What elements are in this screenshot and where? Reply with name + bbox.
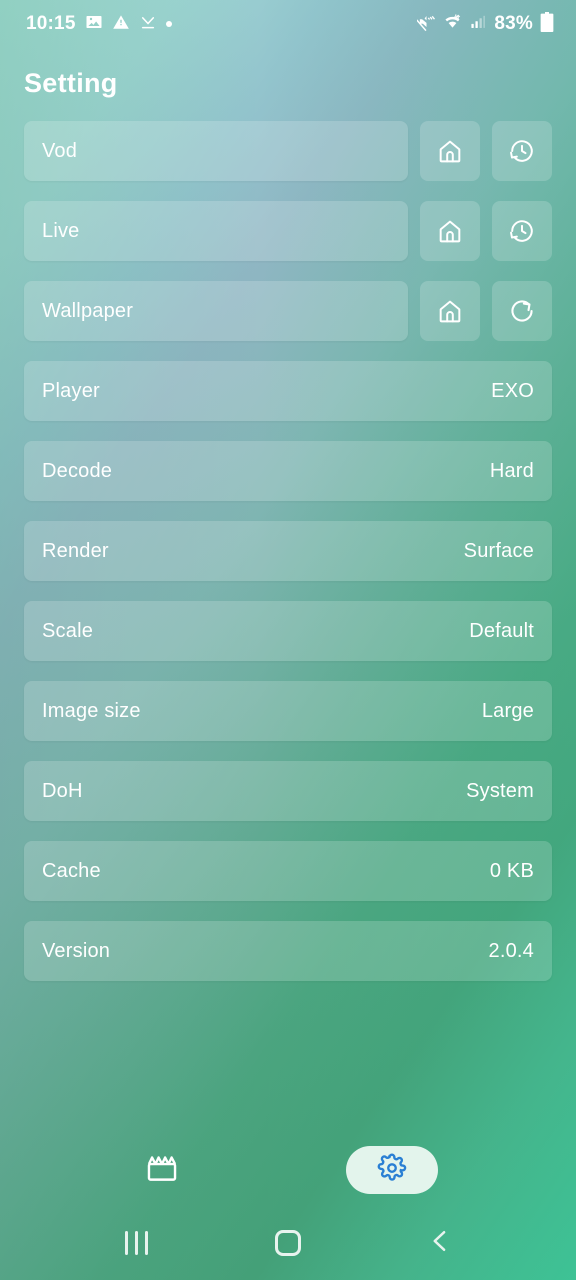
page-title: Setting — [24, 68, 118, 98]
setting-cache[interactable]: Cache 0 KB — [24, 841, 552, 901]
vod-history-button[interactable] — [492, 121, 552, 181]
setting-value: EXO — [491, 379, 534, 402]
setting-player[interactable]: Player EXO — [24, 361, 552, 421]
settings-row-cache: Cache 0 KB — [24, 841, 552, 901]
settings-row-live: Live — [24, 201, 552, 261]
settings-row-doh: DoH System — [24, 761, 552, 821]
history-icon — [508, 217, 536, 245]
image-icon — [85, 13, 103, 36]
setting-wallpaper[interactable]: Wallpaper — [24, 281, 408, 341]
setting-label: Live — [42, 219, 80, 242]
vod-home-button[interactable] — [420, 121, 480, 181]
setting-doh[interactable]: DoH System — [24, 761, 552, 821]
settings-row-vod: Vod — [24, 121, 552, 181]
setting-value: System — [466, 779, 534, 802]
gear-icon — [377, 1153, 407, 1188]
dot-indicator-icon — [165, 21, 172, 27]
setting-label: DoH — [42, 779, 83, 802]
setting-render[interactable]: Render Surface — [24, 521, 552, 581]
home-icon — [436, 137, 464, 165]
setting-label: Image size — [42, 699, 141, 722]
download-complete-icon — [139, 13, 157, 36]
setting-label: Scale — [42, 619, 94, 642]
bottom-nav-item-vod[interactable] — [138, 1146, 186, 1194]
live-home-button[interactable] — [420, 201, 480, 261]
setting-image-size[interactable]: Image size Large — [24, 681, 552, 741]
setting-live[interactable]: Live — [24, 201, 408, 261]
settings-row-decode: Decode Hard — [24, 441, 552, 501]
setting-vod[interactable]: Vod — [24, 121, 408, 181]
history-icon — [508, 137, 536, 165]
status-bar-clock: 10:15 — [26, 13, 76, 34]
settings-row-wallpaper: Wallpaper — [24, 281, 552, 341]
home-icon — [436, 297, 464, 325]
setting-value: 2.0.4 — [488, 939, 534, 962]
setting-label: Player — [42, 379, 100, 402]
setting-scale[interactable]: Scale Default — [24, 601, 552, 661]
setting-value: 0 KB — [489, 859, 534, 882]
refresh-icon — [508, 297, 536, 325]
settings-list: Vod Live Wallpaper Player EXO Decode Har… — [0, 99, 576, 981]
wifi-data-icon — [443, 12, 462, 36]
status-bar-left: 10:15 — [26, 13, 172, 36]
battery-percent-label: 83% — [494, 13, 533, 34]
live-history-button[interactable] — [492, 201, 552, 261]
clapperboard-icon — [145, 1151, 179, 1190]
wallpaper-home-button[interactable] — [420, 281, 480, 341]
home-square-icon — [275, 1230, 301, 1256]
settings-row-scale: Scale Default — [24, 601, 552, 661]
home-icon — [436, 217, 464, 245]
warning-triangle-icon — [112, 13, 130, 36]
setting-label: Cache — [42, 859, 101, 882]
setting-label: Decode — [42, 459, 113, 482]
status-bar-right: 83% — [413, 11, 554, 37]
settings-row-player: Player EXO — [24, 361, 552, 421]
mute-icon — [413, 12, 436, 36]
bottom-nav-item-settings[interactable] — [346, 1146, 438, 1194]
chevron-left-icon — [426, 1227, 454, 1260]
setting-value: Large — [481, 699, 534, 722]
system-navigation-bar — [0, 1206, 576, 1280]
setting-value: Hard — [489, 459, 534, 482]
phone-screen: 10:15 83% Setting Vod Live Wallpaper Pla… — [0, 0, 576, 1280]
recents-button[interactable] — [106, 1213, 166, 1273]
setting-label: Wallpaper — [42, 299, 134, 322]
setting-label: Version — [42, 939, 111, 962]
recents-icon — [124, 1231, 148, 1255]
battery-icon — [540, 11, 554, 37]
settings-row-render: Render Surface — [24, 521, 552, 581]
setting-label: Vod — [42, 139, 78, 162]
signal-bars-icon — [469, 13, 487, 36]
settings-row-version: Version 2.0.4 — [24, 921, 552, 981]
status-bar: 10:15 83% — [0, 0, 576, 48]
setting-value: Surface — [463, 539, 534, 562]
setting-value: Default — [469, 619, 534, 642]
settings-row-image-size: Image size Large — [24, 681, 552, 741]
back-button[interactable] — [410, 1213, 470, 1273]
wallpaper-refresh-button[interactable] — [492, 281, 552, 341]
setting-version[interactable]: Version 2.0.4 — [24, 921, 552, 981]
setting-label: Render — [42, 539, 109, 562]
bottom-nav — [0, 1134, 576, 1206]
home-button[interactable] — [258, 1213, 318, 1273]
setting-decode[interactable]: Decode Hard — [24, 441, 552, 501]
